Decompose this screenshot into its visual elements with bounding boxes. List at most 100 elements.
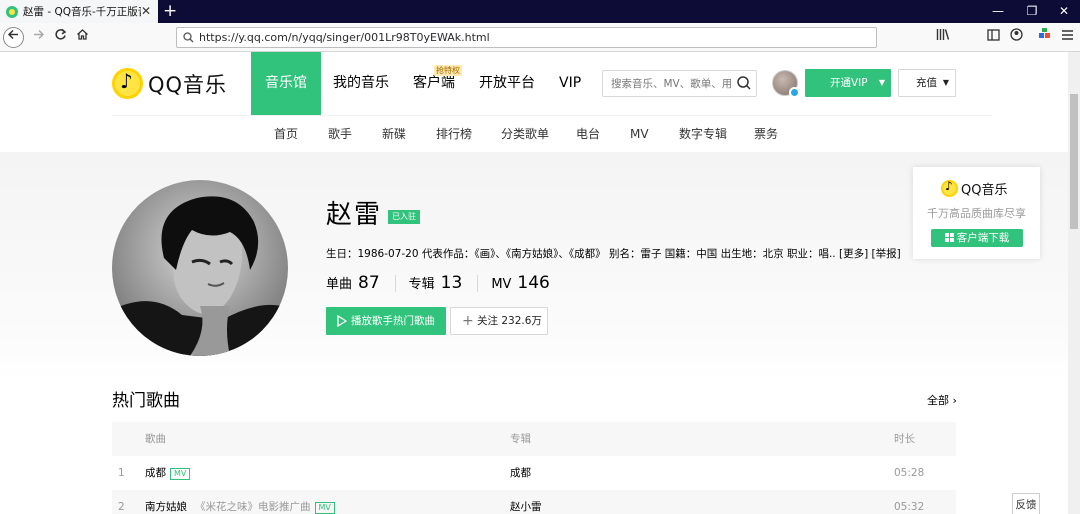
singer-name: 赵雷 xyxy=(326,200,383,230)
subnav-digital-albums[interactable]: 数字专辑 xyxy=(679,116,727,152)
logo-text: QQ音乐 xyxy=(148,72,228,97)
song-title[interactable]: 成都 xyxy=(145,467,166,479)
play-hot-songs-button[interactable]: 播放歌手热门歌曲 xyxy=(326,307,446,335)
client-download-button[interactable]: 客户端下载 xyxy=(931,229,1023,247)
column-album: 专辑 xyxy=(510,433,531,445)
table-row[interactable]: 2 南方姑娘 《米花之味》电影推广曲 MV 赵小雷 05:32 xyxy=(112,490,956,514)
divider xyxy=(394,274,396,292)
window-minimize-button[interactable]: — xyxy=(980,0,1016,23)
song-duration: 05:32 xyxy=(894,501,925,513)
open-vip-button[interactable]: 开通VIP ▼ xyxy=(805,69,891,97)
windows-icon xyxy=(944,233,954,242)
recharge-button[interactable]: 充值 ▼ xyxy=(898,69,956,97)
singer-portrait-image xyxy=(112,180,288,356)
site-search xyxy=(602,70,757,97)
window-close-button[interactable]: ✕ xyxy=(1046,0,1080,23)
browser-tab[interactable]: 赵雷 - QQ音乐-千万正版音乐 ✕ xyxy=(0,0,158,23)
browser-titlebar: 赵雷 - QQ音乐-千万正版音乐 ✕ + — ❐ ✕ xyxy=(0,0,1080,23)
singer-profile: 赵雷 已入驻 生日：1986-07-20 代表作品：《画》、《南方姑娘》、《成都… xyxy=(0,152,1068,382)
table-header: 歌曲 专辑 时长 xyxy=(112,422,956,456)
home-icon[interactable] xyxy=(71,26,93,48)
stat-value: 146 xyxy=(517,273,550,293)
search-input[interactable] xyxy=(603,71,731,96)
qq-music-logo-icon xyxy=(112,68,143,99)
promo-logo-text: QQ音乐 xyxy=(961,183,1008,198)
hot-songs-table: 歌曲 专辑 时长 1 成都 MV 成都 05:28 2 南方姑娘 《米花之味》电影推… xyxy=(112,422,956,514)
stat-value: 13 xyxy=(440,273,463,293)
reload-icon[interactable] xyxy=(49,26,71,48)
feedback-button[interactable]: 反馈 xyxy=(1012,493,1040,514)
follow-button[interactable]: + 关注 232.6万 xyxy=(450,307,548,335)
search-icon[interactable] xyxy=(736,75,752,91)
subnav-playlists[interactable]: 分类歌单 xyxy=(501,116,549,152)
mv-tag[interactable]: MV xyxy=(170,468,191,480)
song-subtitle: 《米花之味》电影推广曲 xyxy=(195,501,311,513)
singer-stats: 单曲 87 专辑 13 MV 146 xyxy=(326,270,550,296)
user-avatar[interactable] xyxy=(772,70,800,98)
page-scrollbar[interactable] xyxy=(1068,52,1080,514)
tab-title: 赵雷 - QQ音乐-千万正版音乐 xyxy=(23,6,141,18)
subnav-home[interactable]: 首页 xyxy=(274,116,298,152)
subnav-singer[interactable]: 歌手 xyxy=(328,116,352,152)
recharge-label: 充值 xyxy=(916,77,937,89)
stat-albums[interactable]: 专辑 13 xyxy=(409,273,463,293)
stat-value: 87 xyxy=(358,273,380,293)
subnav-radio[interactable]: 电台 xyxy=(576,116,600,152)
nav-music-hall[interactable]: 音乐馆 xyxy=(251,52,321,115)
window-restore-button[interactable]: ❐ xyxy=(1014,0,1050,23)
new-tab-button[interactable]: + xyxy=(163,1,177,21)
back-arrow-icon[interactable] xyxy=(3,27,24,48)
plus-icon: + xyxy=(462,313,474,329)
sub-nav: 首页 歌手 新碟 排行榜 分类歌单 电台 MV 数字专辑 票务 xyxy=(112,115,992,151)
site-header: QQ音乐 音乐馆 我的音乐 客户端 抢特权 开放平台 VIP 开通VIP ▼ 充… xyxy=(0,52,1068,152)
subnav-mv[interactable]: MV xyxy=(630,116,649,152)
promo-slogan: 千万高品质曲库尽享 xyxy=(927,207,1026,220)
forward-arrow-icon[interactable] xyxy=(27,26,49,48)
song-number: 1 xyxy=(118,467,125,479)
tab-close-icon[interactable]: ✕ xyxy=(139,3,153,20)
song-album[interactable]: 成都 xyxy=(510,456,531,490)
stat-singles[interactable]: 单曲 87 xyxy=(326,273,380,293)
privilege-badge: 抢特权 xyxy=(434,65,462,76)
caret-down-icon: ▼ xyxy=(878,78,885,87)
song-number: 2 xyxy=(118,501,125,513)
nav-client[interactable]: 客户端 抢特权 xyxy=(401,52,467,115)
mv-tag[interactable]: MV xyxy=(314,502,335,514)
table-row[interactable]: 1 成都 MV 成都 05:28 xyxy=(112,456,956,490)
qq-music-logo-icon xyxy=(941,179,958,197)
nav-my-music[interactable]: 我的音乐 xyxy=(321,52,401,115)
search-icon xyxy=(183,28,194,49)
stat-label: 专辑 xyxy=(408,277,435,292)
account-icon[interactable] xyxy=(1005,26,1027,48)
vip-level-icon xyxy=(789,87,800,98)
subnav-tickets[interactable]: 票务 xyxy=(754,116,778,152)
nav-open-platform[interactable]: 开放平台 xyxy=(467,52,547,115)
nav-vip[interactable]: VIP xyxy=(547,52,593,115)
menu-icon[interactable] xyxy=(1056,26,1078,48)
extensions-icon[interactable] xyxy=(1034,26,1056,48)
all-songs-link[interactable]: 全部 › xyxy=(927,393,957,409)
qq-music-favicon-icon xyxy=(6,5,18,18)
sidebar-icon[interactable] xyxy=(982,26,1004,48)
stat-label: 单曲 xyxy=(326,277,353,292)
song-duration: 05:28 xyxy=(894,467,925,479)
singer-info: 生日：1986-07-20 代表作品：《画》、《南方姑娘》、《成都》 别名：雷子… xyxy=(326,248,901,260)
song-title[interactable]: 南方姑娘 xyxy=(145,501,187,513)
column-duration: 时长 xyxy=(894,433,915,445)
qq-music-logo[interactable]: QQ音乐 xyxy=(112,68,227,99)
subnav-charts[interactable]: 排行榜 xyxy=(436,116,472,152)
nav-client-label: 客户端 xyxy=(413,75,455,91)
open-vip-label: 开通VIP xyxy=(830,77,868,89)
library-icon[interactable] xyxy=(932,26,954,48)
follow-label: 关注 232.6万 xyxy=(477,315,542,327)
stat-mv[interactable]: MV 146 xyxy=(491,273,550,293)
singer-photo[interactable] xyxy=(112,180,288,356)
main-nav: 音乐馆 我的音乐 客户端 抢特权 开放平台 VIP xyxy=(251,52,593,115)
song-album[interactable]: 赵小雷 xyxy=(510,490,542,514)
play-hot-songs-label: 播放歌手热门歌曲 xyxy=(351,315,435,327)
caret-down-icon: ▼ xyxy=(942,78,949,87)
address-bar[interactable]: https://y.qq.com/n/yqq/singer/001Lr98T0y… xyxy=(176,27,877,48)
scrollbar-thumb[interactable] xyxy=(1070,94,1078,229)
subnav-new-albums[interactable]: 新碟 xyxy=(382,116,406,152)
divider xyxy=(477,274,479,292)
